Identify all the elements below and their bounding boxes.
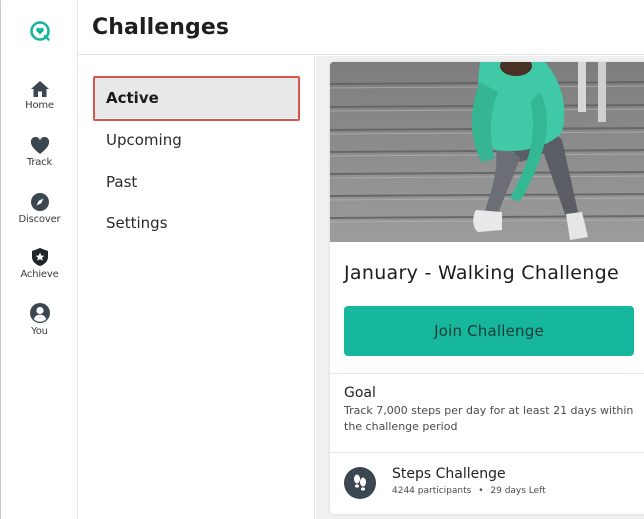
submenu-item-settings[interactable]: Settings [94,203,298,243]
participants-count: 4244 participants [392,486,472,496]
challenges-submenu: Active Upcoming Past Settings [78,56,315,519]
challenge-title: January - Walking Challenge [344,262,619,284]
meta-separator: • [478,486,484,496]
runner-tying-shoe-image [330,62,644,242]
page-header: Challenges [78,0,644,55]
app-logo-icon[interactable] [29,20,51,42]
nav-rail: Home Track Discover Achieve You [1,0,78,519]
nav-label-achieve: Achieve [20,269,59,280]
nav-item-discover[interactable]: Discover [1,192,78,225]
challenge-card[interactable]: January - Walking Challenge Join Challen… [330,62,644,514]
goal-description: Track 7,000 steps per day for at least 2… [344,404,634,433]
join-challenge-button[interactable]: Join Challenge [344,306,634,356]
page-title: Challenges [92,15,230,40]
user-icon [29,303,50,323]
submenu-item-past[interactable]: Past [94,162,298,202]
divider [330,373,644,374]
nav-label-home: Home [25,100,54,111]
home-icon [30,81,49,97]
submenu-item-upcoming[interactable]: Upcoming [94,120,298,160]
compass-icon [30,193,49,211]
challenge-meta: 4244 participants • 29 days Left [392,486,546,496]
nav-item-home[interactable]: Home [1,80,78,111]
nav-item-you[interactable]: You [1,302,78,337]
nav-item-track[interactable]: Track [1,137,78,168]
challenge-type-title: Steps Challenge [392,466,506,482]
footprints-icon [344,467,376,499]
nav-label-discover: Discover [18,214,61,225]
divider [330,452,644,453]
selection-highlight-box [93,76,300,121]
nav-item-achieve[interactable]: Achieve [1,247,78,280]
heart-icon [30,137,49,154]
challenge-photo [330,62,644,242]
goal-label: Goal [344,385,376,401]
shield-star-icon [31,248,48,266]
days-left: 29 days Left [490,486,546,496]
main-content: January - Walking Challenge Join Challen… [316,56,644,519]
nav-label-you: You [31,326,48,337]
nav-label-track: Track [26,157,53,168]
